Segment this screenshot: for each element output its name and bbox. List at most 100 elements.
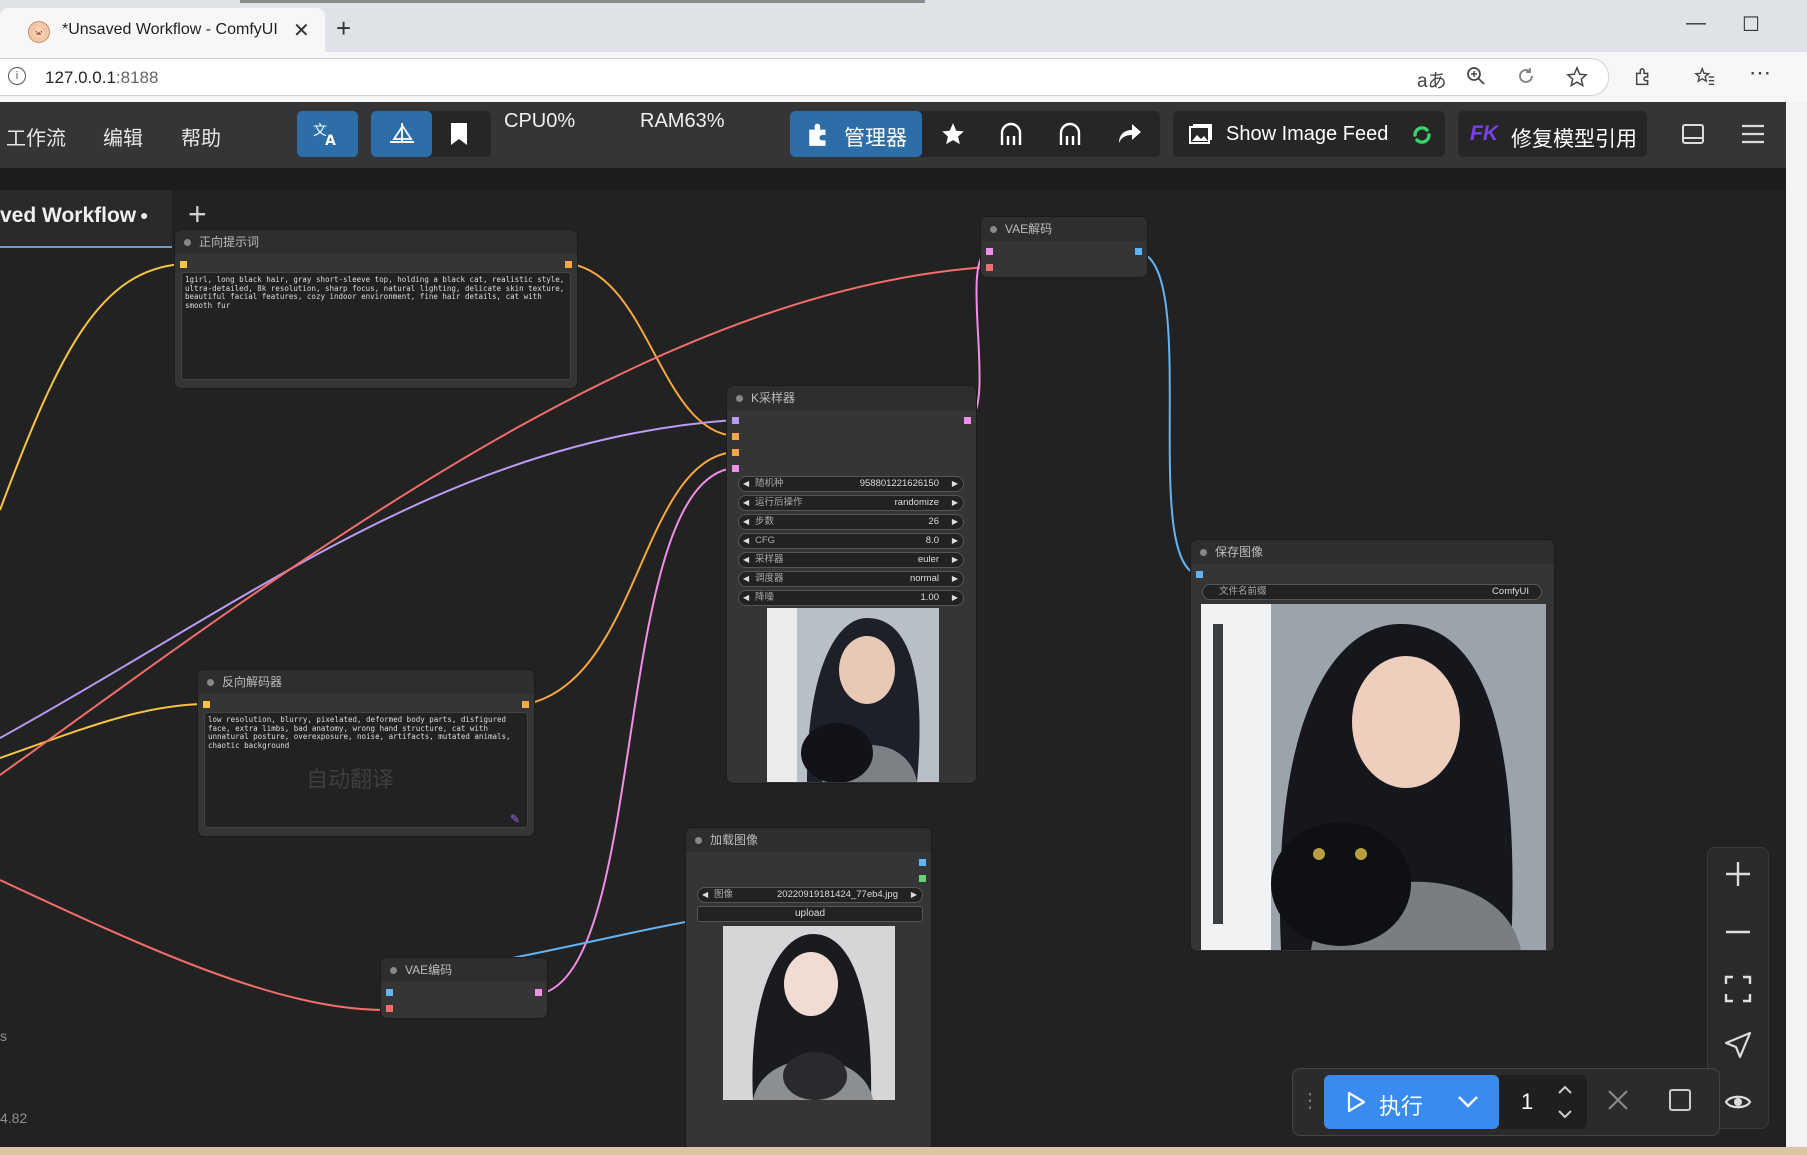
upload-button[interactable]: upload: [697, 906, 923, 922]
menu-edit[interactable]: 编辑: [103, 122, 143, 151]
manager-button[interactable]: 管理器: [790, 111, 922, 157]
latent-output-slot[interactable]: [964, 417, 971, 424]
positive-prompt-node[interactable]: 正向提示词 1girl, long black hair, gray short…: [175, 230, 577, 388]
favorites-icon[interactable]: [1694, 66, 1716, 88]
menu-help[interactable]: 帮助: [181, 122, 221, 151]
cpu-usage: CPU0%: [504, 110, 576, 132]
manager-label: 管理器: [844, 127, 907, 150]
save-image-node[interactable]: 保存图像 文件名前缀 ComfyUI: [1191, 540, 1554, 951]
seed-widget[interactable]: ◀ 随机种 958801221626150 ▶: [738, 476, 964, 492]
minimize-icon[interactable]: —: [1686, 12, 1706, 35]
preview-image: [767, 608, 939, 782]
read-aloud-icon[interactable]: aあ: [1417, 66, 1447, 93]
toggle-links-visibility-icon[interactable]: [1724, 1091, 1752, 1113]
select-mode-icon[interactable]: [1724, 1031, 1752, 1059]
images-input-slot[interactable]: [1196, 571, 1203, 578]
clip-input-slot[interactable]: [203, 701, 210, 708]
fix-model-ref-button[interactable]: FK 修复模型引用: [1458, 111, 1647, 157]
scheduler-widget[interactable]: ◀ 调度器 normal ▶: [738, 571, 964, 587]
maximize-icon[interactable]: ☐: [1742, 12, 1760, 37]
cancel-queue-icon[interactable]: [1606, 1088, 1630, 1112]
model-share-alt-button[interactable]: [1057, 121, 1083, 147]
bottom-panel-toggle[interactable]: [1681, 122, 1705, 146]
new-tab-button[interactable]: +: [336, 13, 351, 44]
image-select-widget[interactable]: ◀ 图像 20220919181424_77eb4.jpg ▶: [697, 887, 923, 903]
model-share-button[interactable]: [998, 121, 1024, 147]
pixels-input-slot[interactable]: [386, 989, 393, 996]
address-field[interactable]: i 127.0.0.1:8188: [0, 58, 1609, 96]
fit-view-icon[interactable]: [1724, 975, 1752, 1003]
positive-prompt-textarea[interactable]: 1girl, long black hair, gray short-sleev…: [181, 272, 571, 380]
auto-translate-watermark: 自动翻译: [306, 767, 395, 792]
canvas-info-text: s: [0, 1028, 7, 1044]
latent-output-slot[interactable]: [535, 989, 542, 996]
hamburger-menu[interactable]: [1740, 122, 1766, 146]
vae-input-slot[interactable]: [986, 264, 993, 271]
mask-output-slot[interactable]: [919, 875, 926, 882]
run-mode-chevron-icon[interactable]: [1457, 1095, 1479, 1109]
cfg-widget[interactable]: ◀ CFG 8.0 ▶: [738, 533, 964, 549]
filename-prefix-widget[interactable]: 文件名前缀 ComfyUI: [1202, 584, 1542, 600]
image-output-slot[interactable]: [919, 859, 926, 866]
sail-icon: [390, 123, 414, 143]
conditioning-output-slot[interactable]: [522, 701, 529, 708]
samples-input-slot[interactable]: [986, 248, 993, 255]
workflow-tab-name: ved Workflow: [0, 204, 137, 227]
negative-prompt-node[interactable]: 反向解码器 low resolution, blurry, pixelated,…: [198, 670, 534, 836]
extensions-icon[interactable]: [1633, 66, 1655, 88]
negative-input-slot[interactable]: [732, 449, 739, 456]
latent-input-slot[interactable]: [732, 465, 739, 472]
vae-encode-node[interactable]: VAE编码: [381, 958, 547, 1018]
bookmark-icon: [451, 123, 467, 145]
model-input-slot[interactable]: [732, 417, 739, 424]
node-title: 加载图像: [686, 828, 931, 852]
site-info-icon[interactable]: i: [8, 67, 26, 85]
image-feed-icon: [1189, 124, 1212, 144]
vae-input-slot[interactable]: [386, 1005, 393, 1012]
url-text: 127.0.0.1:8188: [45, 68, 159, 87]
load-image-node[interactable]: 加载图像 ◀ 图像 20220919181424_77eb4.jpg ▶ upload: [686, 828, 931, 1150]
positive-input-slot[interactable]: [732, 433, 739, 440]
boat-button[interactable]: [371, 111, 432, 157]
vae-decode-node[interactable]: VAE解码: [981, 217, 1147, 277]
conditioning-output-slot[interactable]: [565, 261, 572, 268]
node-title: K采样器: [727, 386, 976, 410]
comfyui-favicon-icon: 🐷: [28, 21, 50, 43]
zoom-in-icon[interactable]: [1724, 860, 1752, 888]
star-button[interactable]: [940, 121, 966, 147]
add-workflow-button[interactable]: +: [188, 196, 207, 233]
fix-model-ref-label: 修复模型引用: [1511, 128, 1637, 151]
steps-widget[interactable]: ◀ 步数 26 ▶: [738, 514, 964, 530]
run-button[interactable]: 执行: [1324, 1075, 1499, 1129]
zoom-out-icon[interactable]: [1724, 918, 1752, 946]
magic-wand-icon[interactable]: ✎: [510, 812, 520, 826]
node-title: 正向提示词: [175, 230, 577, 254]
more-menu-icon[interactable]: ⋯: [1749, 60, 1771, 86]
bookmark-button[interactable]: [448, 122, 470, 146]
stop-icon[interactable]: [1668, 1088, 1692, 1112]
workflow-tab[interactable]: ved Workflow ●: [0, 190, 172, 248]
stepper-icon[interactable]: [1557, 1083, 1573, 1121]
sampler-widget[interactable]: ◀ 采样器 euler ▶: [738, 552, 964, 568]
output-image: [1201, 604, 1546, 950]
control-after-generate-widget[interactable]: ◀ 运行后操作 randomize ▶: [738, 495, 964, 511]
favorite-star-icon[interactable]: [1566, 66, 1588, 88]
denoise-widget[interactable]: ◀ 降噪 1.00 ▶: [738, 590, 964, 606]
refresh-icon[interactable]: [1516, 66, 1536, 86]
ksampler-node[interactable]: K采样器 ◀ 随机种 958801221626150 ▶ ◀ 运行后操作 randomiz…: [727, 386, 976, 783]
browser-sidebar-strip: [1786, 102, 1807, 1147]
tab-close-icon[interactable]: ✕: [293, 18, 310, 43]
play-icon: [1347, 1091, 1366, 1113]
show-image-feed-button[interactable]: Show Image Feed: [1173, 111, 1445, 157]
image-output-slot[interactable]: [1135, 248, 1142, 255]
tab-title: *Unsaved Workflow - ComfyUI: [62, 21, 278, 38]
menu-workflow[interactable]: 工作流: [6, 122, 66, 151]
share-button[interactable]: [1117, 122, 1143, 146]
zoom-icon[interactable]: [1466, 66, 1486, 86]
translate-button[interactable]: 文A: [297, 111, 358, 157]
batch-count-input[interactable]: 1: [1499, 1075, 1587, 1129]
share-arrow-icon: [1119, 124, 1141, 143]
browser-tab[interactable]: 🐷 *Unsaved Workflow - ComfyUI ✕: [0, 8, 325, 52]
workflow-tab-bar: [0, 168, 1786, 190]
clip-input-slot[interactable]: [180, 261, 187, 268]
